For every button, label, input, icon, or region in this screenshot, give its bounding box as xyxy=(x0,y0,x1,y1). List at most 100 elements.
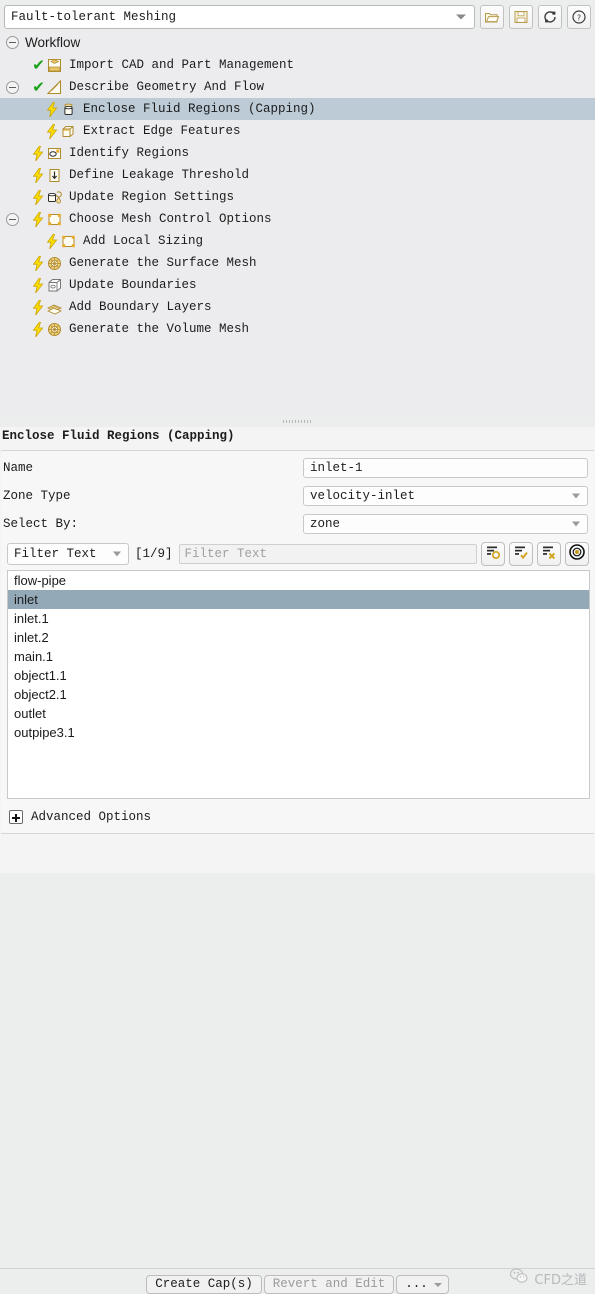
list-item[interactable]: flow-pipe xyxy=(8,571,589,590)
check-icon: ✔ xyxy=(32,77,45,96)
create-caps-button[interactable]: Create Cap(s) xyxy=(146,1275,262,1294)
revert-and-edit-button[interactable]: Revert and Edit xyxy=(263,1275,395,1294)
tree-item-label: Define Leakage Threshold xyxy=(69,168,250,182)
watermark-text: CFD之道 xyxy=(534,1272,587,1288)
folder-open-icon xyxy=(484,9,500,25)
zone-type-label: Zone Type xyxy=(3,489,71,503)
chevron-down-icon xyxy=(572,493,580,499)
toolbar: Fault-tolerant Meshing ? xyxy=(0,0,595,30)
list-item[interactable]: inlet.2 xyxy=(8,628,589,647)
tree-item-update-region-settings[interactable]: Update Region Settings xyxy=(0,186,595,208)
tree-item-extract-edge-features[interactable]: Extract Edge Features xyxy=(0,120,595,142)
workflow-tree[interactable]: Workflow ✔ Import CAD and Part Management… xyxy=(0,30,595,415)
save-workflow-button[interactable] xyxy=(509,4,533,29)
zone-list[interactable]: flow-pipe inlet inlet.1 inlet.2 main.1 object… xyxy=(7,570,590,799)
zone-type-dropdown[interactable]: velocity-inlet xyxy=(303,486,588,506)
geometry-icon xyxy=(46,79,63,96)
tree-item-enclose-fluid-regions-capping[interactable]: Enclose Fluid Regions (Capping) xyxy=(0,98,595,120)
tree-item-label: Import CAD and Part Management xyxy=(69,58,295,72)
identify-regions-icon xyxy=(46,145,63,162)
collapse-icon[interactable] xyxy=(6,35,19,49)
more-actions-label: ... xyxy=(405,1277,428,1291)
leakage-icon xyxy=(46,167,63,184)
tree-item-label: Update Boundaries xyxy=(69,278,197,292)
tree-item-label: Generate the Surface Mesh xyxy=(69,256,257,270)
tree-item-label: Add Boundary Layers xyxy=(69,300,212,314)
search-input[interactable]: Filter Text xyxy=(178,544,477,564)
zone-type-value: velocity-inlet xyxy=(310,489,416,503)
tree-item-identify-regions[interactable]: Identify Regions xyxy=(0,142,595,164)
name-input[interactable]: inlet-1 xyxy=(303,458,588,478)
tree-item-label: Choose Mesh Control Options xyxy=(69,212,272,226)
open-workflow-button[interactable] xyxy=(480,4,504,29)
field-row-name: Name inlet-1 xyxy=(1,457,594,479)
tree-item-import-cad-and-part-management[interactable]: ✔ Import CAD and Part Management xyxy=(0,54,595,76)
tree-item-label: Generate the Volume Mesh xyxy=(69,322,250,336)
volume-mesh-icon xyxy=(46,321,63,338)
name-input-value: inlet-1 xyxy=(310,461,363,475)
bolt-icon xyxy=(31,299,46,315)
tree-item-generate-the-surface-mesh[interactable]: Generate the Surface Mesh xyxy=(0,252,595,274)
bolt-icon xyxy=(31,145,46,161)
selection-counter: [1/9] xyxy=(135,547,173,561)
select-by-value: zone xyxy=(310,517,341,531)
list-item[interactable]: inlet xyxy=(8,590,589,609)
save-icon xyxy=(513,9,529,25)
list-circle-icon xyxy=(484,543,502,565)
tree-item-update-boundaries[interactable]: Update Boundaries xyxy=(0,274,595,296)
divider xyxy=(0,1268,595,1269)
deselect-all-button[interactable] xyxy=(537,542,561,566)
collapse-icon[interactable] xyxy=(6,80,19,94)
bolt-icon xyxy=(31,277,46,293)
capping-icon xyxy=(60,101,77,118)
workflow-selector[interactable]: Fault-tolerant Meshing xyxy=(4,4,475,29)
filter-toolbar: Filter Text [1/9] Filter Text xyxy=(1,541,594,567)
region-settings-icon xyxy=(46,189,63,206)
tree-item-add-boundary-layers[interactable]: Add Boundary Layers xyxy=(0,296,595,318)
tree-item-label: Extract Edge Features xyxy=(83,124,241,138)
bolt-icon xyxy=(45,233,60,249)
property-form: Name inlet-1 Zone Type velocity-inlet Se… xyxy=(1,450,594,834)
more-actions-button[interactable]: ... xyxy=(396,1275,449,1294)
filter-mode-dropdown[interactable]: Filter Text xyxy=(7,543,129,565)
tree-item-define-leakage-threshold[interactable]: Define Leakage Threshold xyxy=(0,164,595,186)
pick-from-graphics-button[interactable] xyxy=(565,542,589,566)
edge-features-icon xyxy=(60,123,77,140)
tree-item-choose-mesh-control-options[interactable]: Choose Mesh Control Options xyxy=(0,208,595,230)
select-all-button[interactable] xyxy=(509,542,533,566)
panel-splitter[interactable] xyxy=(0,415,595,427)
list-item[interactable]: object1.1 xyxy=(8,666,589,685)
tree-item-label: Enclose Fluid Regions (Capping) xyxy=(83,102,316,116)
tree-root-label: Workflow xyxy=(25,34,81,50)
tree-item-describe-geometry-and-flow[interactable]: ✔ Describe Geometry And Flow xyxy=(0,76,595,98)
name-label: Name xyxy=(3,461,34,475)
chevron-down-icon xyxy=(572,521,580,527)
field-row-select-by: Select By: zone xyxy=(1,513,594,535)
refresh-icon xyxy=(542,9,558,25)
tree-root-workflow[interactable]: Workflow xyxy=(0,30,595,54)
list-item[interactable]: object2.1 xyxy=(8,685,589,704)
search-input-placeholder: Filter Text xyxy=(184,547,268,561)
expand-plus-icon[interactable] xyxy=(9,810,23,824)
select-by-label: Select By: xyxy=(3,517,79,531)
collapse-icon[interactable] xyxy=(6,212,19,226)
advanced-options-toggle[interactable]: Advanced Options xyxy=(1,805,594,829)
mesh-control-icon xyxy=(46,211,63,228)
target-icon xyxy=(568,543,586,565)
tree-item-generate-the-volume-mesh[interactable]: Generate the Volume Mesh xyxy=(0,318,595,340)
list-item[interactable]: outpipe3.1 xyxy=(8,723,589,742)
reset-workflow-button[interactable] xyxy=(538,4,562,29)
tree-item-add-local-sizing[interactable]: Add Local Sizing xyxy=(0,230,595,252)
list-item[interactable]: outlet xyxy=(8,704,589,723)
page-title: Enclose Fluid Regions (Capping) xyxy=(2,429,235,443)
help-icon: ? xyxy=(571,9,587,25)
select-by-dropdown[interactable]: zone xyxy=(303,514,588,534)
list-item[interactable]: main.1 xyxy=(8,647,589,666)
help-button[interactable]: ? xyxy=(567,4,591,29)
wechat-icon xyxy=(509,1267,529,1289)
action-bar: Create Cap(s) Revert and Edit ... xyxy=(0,1275,595,1294)
svg-text:?: ? xyxy=(577,13,581,22)
watermark: CFD之道 xyxy=(509,1267,587,1289)
list-item[interactable]: inlet.1 xyxy=(8,609,589,628)
list-all-button[interactable] xyxy=(481,542,505,566)
